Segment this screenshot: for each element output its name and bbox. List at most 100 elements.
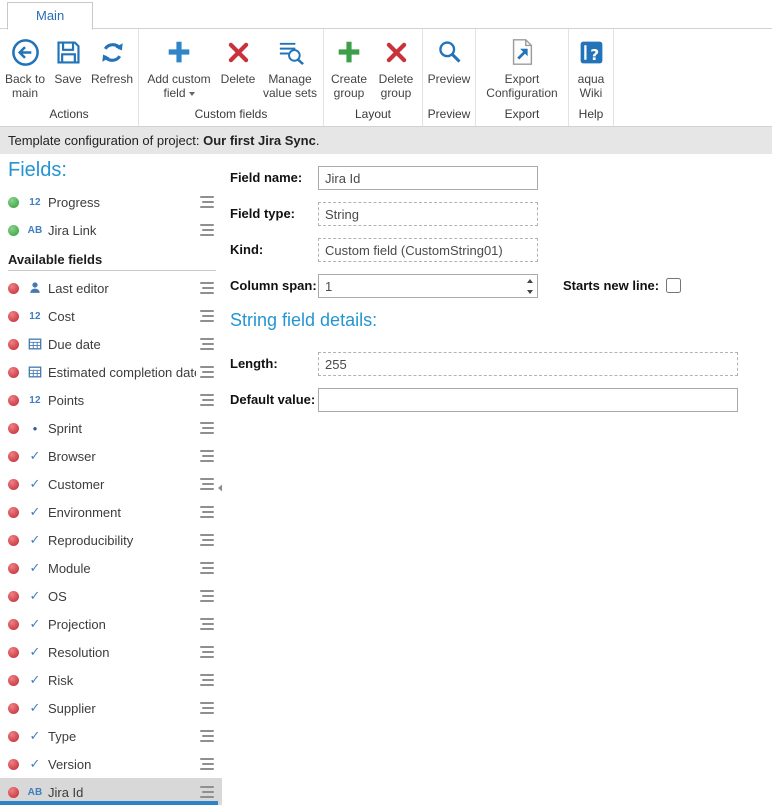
button-label: Delete group — [372, 72, 420, 100]
save-button[interactable]: Save — [48, 31, 88, 100]
field-type-input[interactable] — [318, 202, 538, 226]
field-label: Risk — [48, 673, 196, 688]
drag-handle-icon[interactable] — [200, 590, 214, 602]
export-document-icon — [505, 34, 539, 70]
drag-handle-icon[interactable] — [200, 646, 214, 658]
string-field-details-title: String field details: — [230, 310, 377, 331]
ribbon-group-export: Export Configuration Export — [476, 29, 569, 126]
check-icon: ✓ — [26, 672, 44, 688]
field-label: Jira Id — [48, 785, 196, 800]
button-label: Export Configuration — [478, 72, 566, 100]
field-name-input[interactable] — [318, 166, 538, 190]
button-label: Preview — [428, 72, 471, 100]
sidebar-item-sprint[interactable]: ● Sprint — [0, 414, 222, 442]
ribbon-group-label: Export — [478, 106, 566, 126]
preview-button[interactable]: Preview — [425, 31, 473, 100]
field-label: Resolution — [48, 645, 196, 660]
sidebar-item-points[interactable]: 12 Points — [0, 386, 222, 414]
status-dot-icon — [8, 423, 19, 434]
drag-handle-icon[interactable] — [200, 730, 214, 742]
magnifier-icon — [432, 34, 466, 70]
spinner-up-button[interactable] — [522, 275, 537, 286]
drag-handle-icon[interactable] — [200, 758, 214, 770]
sidebar-item-module[interactable]: ✓ Module — [0, 554, 222, 582]
button-label: Manage value sets — [259, 72, 321, 100]
drag-handle-icon[interactable] — [200, 702, 214, 714]
sidebar-item-browser[interactable]: ✓ Browser — [0, 442, 222, 470]
drag-handle-icon[interactable] — [200, 674, 214, 686]
drag-handle-icon[interactable] — [200, 282, 214, 294]
sidebar-item-progress[interactable]: 12 Progress — [0, 188, 222, 216]
manage-value-sets-button[interactable]: Manage value sets — [259, 31, 321, 100]
ribbon-group-label: Layout — [326, 106, 420, 126]
status-dot-icon — [8, 197, 19, 208]
field-name-label: Field name: — [230, 166, 302, 190]
field-label: Reproducibility — [48, 533, 196, 548]
starts-new-line-checkbox[interactable] — [666, 278, 681, 293]
aqua-wiki-button[interactable]: ? aqua Wiki — [571, 31, 611, 100]
drag-handle-icon[interactable] — [200, 338, 214, 350]
sidebar-item-resolution[interactable]: ✓ Resolution — [0, 638, 222, 666]
sidebar-item-type[interactable]: ✓ Type — [0, 722, 222, 750]
sidebar-item-estimated-completion-date[interactable]: Estimated completion date — [0, 358, 222, 386]
button-label: Save — [54, 72, 81, 100]
kind-input[interactable] — [318, 238, 538, 262]
sidebar-item-jira-link[interactable]: AB Jira Link — [0, 216, 222, 244]
export-configuration-button[interactable]: Export Configuration — [478, 31, 566, 100]
sidebar-item-supplier[interactable]: ✓ Supplier — [0, 694, 222, 722]
down-arrow-icon — [527, 290, 533, 294]
ribbon-group-label: Preview — [425, 106, 473, 126]
drag-handle-icon[interactable] — [200, 224, 214, 236]
spinner-down-button[interactable] — [522, 286, 537, 297]
numeric-icon: 12 — [26, 311, 44, 322]
status-dot-icon — [8, 675, 19, 686]
sidebar-item-due-date[interactable]: Due date — [0, 330, 222, 358]
drag-handle-icon[interactable] — [200, 310, 214, 322]
drag-handle-icon[interactable] — [200, 786, 214, 798]
info-bar-suffix: . — [316, 133, 320, 148]
drag-handle-icon[interactable] — [200, 196, 214, 208]
default-value-input[interactable] — [318, 388, 738, 412]
refresh-button[interactable]: Refresh — [88, 31, 136, 100]
drag-handle-icon[interactable] — [200, 478, 214, 490]
drag-handle-icon[interactable] — [200, 422, 214, 434]
ribbon-group-custom-fields: Add custom field Delete Manage value set… — [139, 29, 324, 126]
field-label: Jira Link — [48, 223, 196, 238]
create-group-button[interactable]: Create group — [326, 31, 372, 100]
status-dot-icon — [8, 731, 19, 742]
sidebar-item-version[interactable]: ✓ Version — [0, 750, 222, 778]
drag-handle-icon[interactable] — [200, 394, 214, 406]
sidebar-item-projection[interactable]: ✓ Projection — [0, 610, 222, 638]
status-dot-icon — [8, 619, 19, 630]
sidebar-item-cost[interactable]: 12 Cost — [0, 302, 222, 330]
sidebar-item-environment[interactable]: ✓ Environment — [0, 498, 222, 526]
add-custom-field-button[interactable]: Add custom field — [141, 31, 217, 100]
column-span-input[interactable] — [319, 275, 522, 297]
sidebar-item-os[interactable]: ✓ OS — [0, 582, 222, 610]
drag-handle-icon[interactable] — [200, 450, 214, 462]
drag-handle-icon[interactable] — [200, 534, 214, 546]
status-dot-icon — [8, 367, 19, 378]
ribbon-group-actions: Back to main Save Refresh Actions — [0, 29, 139, 126]
back-to-main-button[interactable]: Back to main — [2, 31, 48, 100]
field-label: Module — [48, 561, 196, 576]
sidebar-item-last-editor[interactable]: Last editor — [0, 274, 222, 302]
drag-handle-icon[interactable] — [200, 618, 214, 630]
drag-handle-icon[interactable] — [200, 506, 214, 518]
length-input[interactable] — [318, 352, 738, 376]
sidebar-item-reproducibility[interactable]: ✓ Reproducibility — [0, 526, 222, 554]
check-icon: ✓ — [26, 588, 44, 604]
check-icon: ✓ — [26, 728, 44, 744]
column-span-label: Column span: — [230, 274, 317, 298]
delete-group-button[interactable]: Delete group — [372, 31, 420, 100]
starts-new-line-label: Starts new line: — [563, 274, 659, 298]
sidebar-item-customer[interactable]: ✓ Customer — [0, 470, 222, 498]
delete-field-button[interactable]: Delete — [217, 31, 259, 100]
field-label: Points — [48, 393, 196, 408]
drag-handle-icon[interactable] — [200, 366, 214, 378]
status-dot-icon — [8, 225, 19, 236]
tab-main[interactable]: Main — [7, 2, 93, 30]
drag-handle-icon[interactable] — [200, 562, 214, 574]
sidebar-item-risk[interactable]: ✓ Risk — [0, 666, 222, 694]
numeric-icon: 12 — [26, 197, 44, 208]
